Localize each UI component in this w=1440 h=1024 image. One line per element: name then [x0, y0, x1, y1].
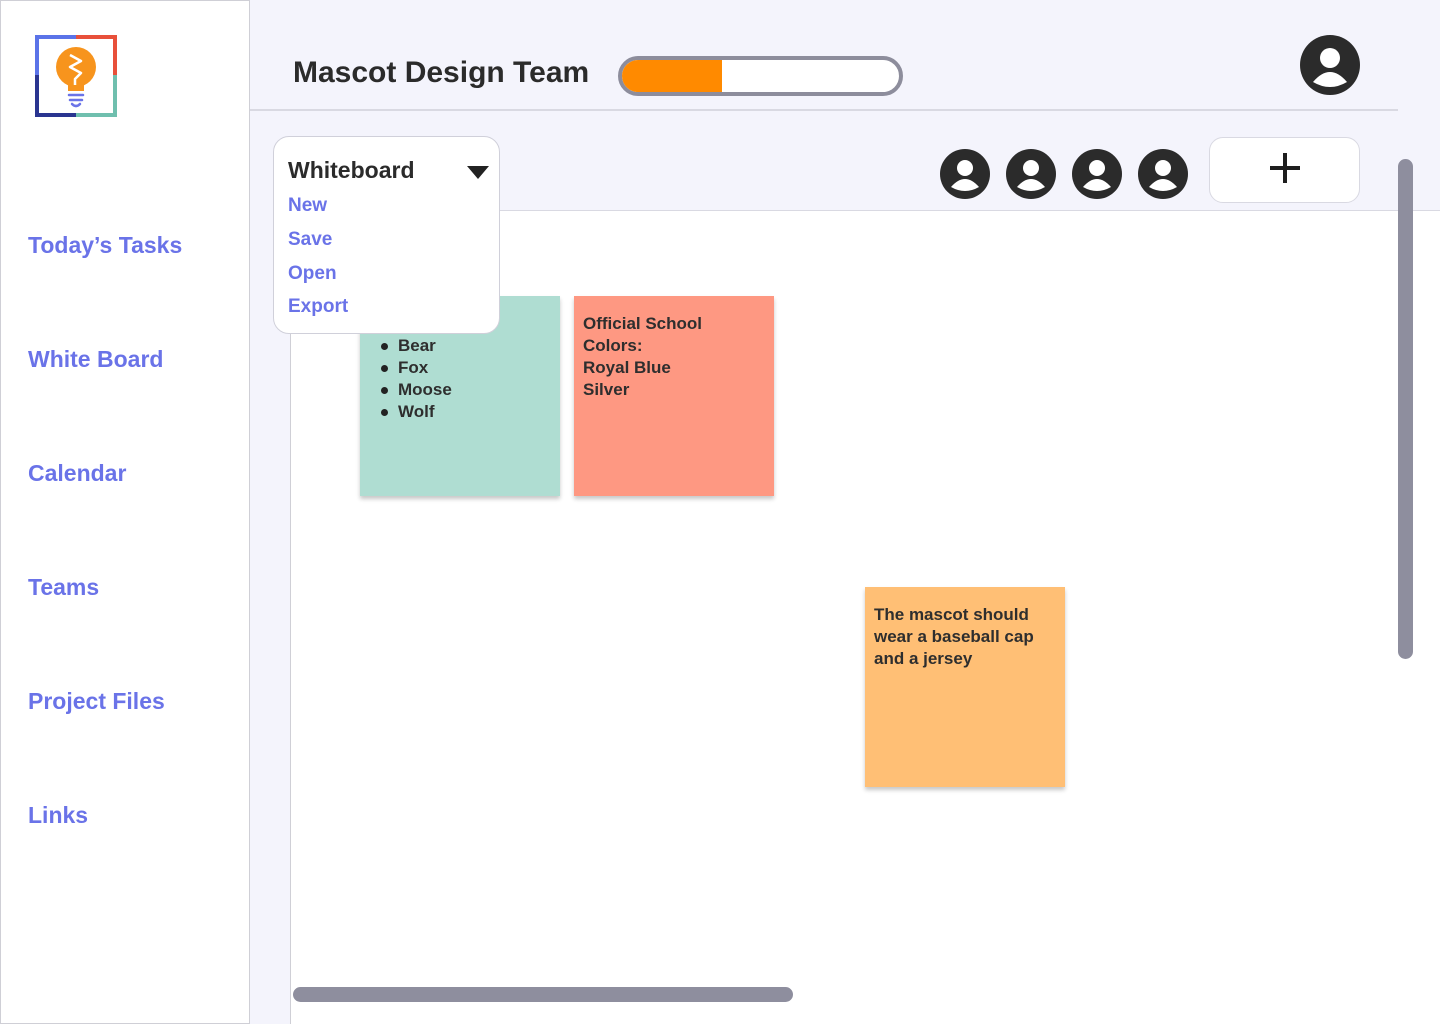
list-item: Wolf: [380, 401, 452, 423]
sidebar-item-calendar[interactable]: Calendar: [28, 460, 126, 487]
user-avatar-icon[interactable]: [1299, 34, 1361, 96]
member-avatar-icon[interactable]: [1006, 149, 1056, 199]
sidebar: Today’s Tasks White Board Calendar Teams…: [0, 0, 250, 1024]
list-item: Bear: [380, 335, 452, 357]
note-line: Official School Colors:: [583, 314, 703, 355]
member-avatar-icon[interactable]: [940, 149, 990, 199]
menu-item-export[interactable]: Export: [288, 296, 348, 318]
page-title: Mascot Design Team: [293, 56, 590, 89]
sticky-note-mascot-outfit[interactable]: The mascot should wear a baseball cap an…: [865, 587, 1065, 787]
member-avatar-icon[interactable]: [1138, 149, 1188, 199]
project-progress-bar: [618, 56, 903, 96]
vertical-scrollbar[interactable]: [1398, 159, 1413, 659]
whiteboard-menu[interactable]: Whiteboard New Save Open Export: [273, 136, 500, 334]
add-member-button[interactable]: [1209, 137, 1360, 203]
animal-list: Bear Fox Moose Wolf: [380, 335, 452, 423]
sidebar-item-todays-tasks[interactable]: Today’s Tasks: [28, 232, 182, 259]
whiteboard-menu-title[interactable]: Whiteboard: [288, 157, 415, 184]
sidebar-item-white-board[interactable]: White Board: [28, 346, 163, 373]
menu-item-save[interactable]: Save: [288, 229, 332, 251]
sidebar-item-project-files[interactable]: Project Files: [28, 688, 165, 715]
caret-down-icon[interactable]: [467, 166, 489, 179]
menu-item-new[interactable]: New: [288, 195, 327, 217]
menu-item-open[interactable]: Open: [288, 263, 337, 285]
header-divider: [250, 109, 1398, 111]
lightbulb-logo-icon: [35, 35, 117, 117]
list-item: Fox: [380, 357, 452, 379]
sticky-note-school-colors[interactable]: Official School Colors: Royal Blue Silve…: [574, 296, 774, 496]
horizontal-scrollbar[interactable]: [293, 987, 793, 1002]
member-avatar-icon[interactable]: [1072, 149, 1122, 199]
note-line: The mascot should: [874, 605, 1029, 624]
note-line: Royal Blue: [583, 358, 671, 377]
list-item: Moose: [380, 379, 452, 401]
sidebar-item-links[interactable]: Links: [28, 802, 88, 829]
sidebar-item-teams[interactable]: Teams: [28, 574, 99, 601]
progress-bar-fill: [622, 60, 722, 92]
note-line: wear a baseball cap: [874, 627, 1034, 646]
note-line: and a jersey: [874, 649, 973, 668]
plus-icon: [1268, 151, 1302, 190]
note-line: Silver: [583, 380, 630, 399]
